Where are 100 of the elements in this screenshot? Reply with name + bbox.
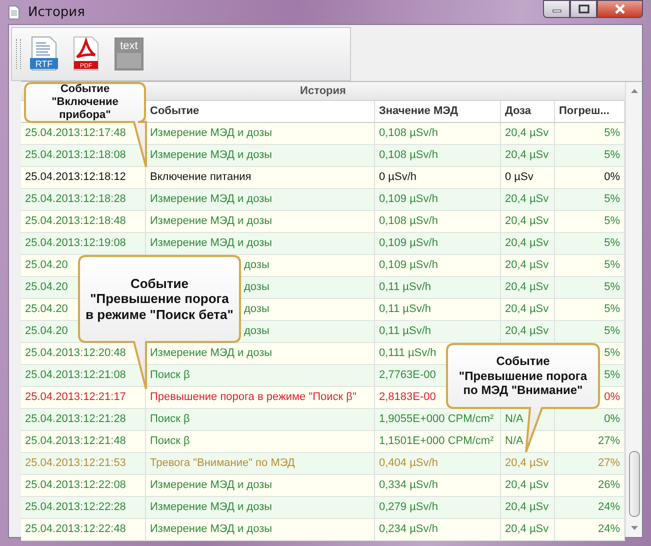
table-cell: 5% — [604, 347, 620, 359]
table-cell: Поиск β — [150, 435, 190, 447]
table-cell: N/A — [505, 413, 524, 425]
table-cell: 0,108 µSv/h — [379, 149, 438, 161]
table-cell: Поиск β — [150, 413, 190, 425]
table-cell: дозы — [244, 303, 270, 315]
table-cell: 0% — [604, 391, 620, 403]
table-cell: 25.04.2013:12:18:48 — [25, 215, 126, 227]
table-cell: 26% — [598, 479, 620, 491]
table-cell: 20,4 µSv — [505, 215, 549, 227]
table-cell: 0,334 µSv/h — [379, 479, 438, 491]
table-cell: 25.04.20 — [25, 325, 68, 337]
table-cell: 0,109 µSv/h — [379, 259, 438, 271]
table-cell: Измерение МЭД и дозы — [150, 127, 272, 139]
table-cell: 0,11 µSv/h — [379, 303, 431, 315]
table-cell: 20,4 µSv — [505, 193, 549, 205]
table-cell: 20,4 µSv — [505, 281, 549, 293]
table-cell: 20,4 µSv — [505, 325, 549, 337]
table-cell: 25.04.2013:12:22:08 — [25, 479, 126, 491]
table-cell: 0,109 µSv/h — [379, 237, 438, 249]
table-cell: Поиск β — [150, 369, 190, 381]
callout-text: Событие "Превышение порога по МЭД "Внимание" — [458, 354, 588, 398]
column-header[interactable]: Событие — [150, 105, 200, 117]
table-cell: 5% — [604, 215, 620, 227]
table-cell: 25.04.2013:12:17:48 — [25, 127, 126, 139]
table-cell: 2,7763E-00 — [379, 369, 436, 381]
table-cell: 20,4 µSv — [505, 259, 549, 271]
column-header[interactable]: Доза — [505, 105, 531, 117]
table-cell: 5% — [604, 281, 620, 293]
table-cell: 2,8183E-00 — [379, 391, 436, 403]
table-cell: 5% — [604, 325, 620, 337]
table-cell: Измерение МЭД и дозы — [150, 193, 272, 205]
table-cell: Измерение МЭД и дозы — [150, 347, 272, 359]
table-cell: 0,279 µSv/h — [379, 501, 438, 513]
table-cell: 25.04.20 — [25, 281, 68, 293]
table-cell: 25.04.2013:12:21:28 — [25, 413, 126, 425]
table-title: История — [300, 85, 346, 97]
table-cell: 25.04.2013:12:22:28 — [25, 501, 126, 513]
table-cell: 20,4 µSv — [505, 303, 549, 315]
table-cell: 25.04.2013:12:21:17 — [25, 391, 126, 403]
table-cell: 25.04.2013:12:18:12 — [25, 171, 126, 183]
table-cell: 20,4 µSv — [505, 479, 549, 491]
table-cell: 20,4 µSv — [505, 127, 549, 139]
table-cell: 0,111 µSv/h — [379, 347, 436, 359]
table-cell: дозы — [244, 281, 270, 293]
column-header[interactable]: Погреш... — [559, 105, 610, 117]
table-cell: 5% — [604, 369, 620, 381]
table-cell: 1,9055E+000 CPM/cm² — [379, 413, 494, 425]
table-cell: 25.04.2013:12:21:53 — [25, 457, 126, 469]
table-cell: 5% — [604, 127, 620, 139]
table-cell: Превышение порога в режиме "Поиск β" — [150, 391, 356, 403]
table-cell: 5% — [604, 193, 620, 205]
table-cell: Измерение МЭД и дозы — [150, 523, 272, 535]
table-cell: 20,4 µSv — [505, 457, 549, 469]
table-cell: 5% — [604, 259, 620, 271]
table-cell: 0 µSv — [505, 171, 534, 183]
table-cell: 0% — [604, 413, 620, 425]
table-cell: 25.04.2013:12:21:08 — [25, 369, 126, 381]
table-cell: 25.04.20 — [25, 259, 68, 271]
table-cell: 25.04.2013:12:22:48 — [25, 523, 126, 535]
table-cell: 0,109 µSv/h — [379, 193, 438, 205]
table-cell: N/A — [505, 435, 524, 447]
table-cell: 25.04.2013:12:20:48 — [25, 347, 126, 359]
table-cell: 24% — [598, 501, 620, 513]
table-cell: Измерение МЭД и дозы — [150, 215, 272, 227]
table-cell: 5% — [604, 237, 620, 249]
table-cell: 1,1501E+000 CPM/cm² — [379, 435, 494, 447]
table-cell: дозы — [244, 325, 270, 337]
table-cell: 0,11 µSv/h — [379, 281, 431, 293]
table-cell: 0,108 µSv/h — [379, 215, 438, 227]
table-cell: 0,234 µSv/h — [379, 523, 438, 535]
window-title: История — [28, 4, 85, 20]
table-cell: дозы — [244, 259, 270, 271]
table-cell: 5% — [604, 149, 620, 161]
table-cell: 20,4 µSv — [505, 237, 549, 249]
table-cell: 25.04.20 — [25, 303, 68, 315]
table-cell: Тревога "Внимание" по МЭД — [150, 457, 295, 469]
callout-text: Событие "Включение прибора" — [50, 82, 120, 122]
table-cell: 25.04.2013:12:18:08 — [25, 149, 126, 161]
table-cell: 0 µSv/h — [379, 171, 417, 183]
table-cell: 20,4 µSv — [505, 149, 549, 161]
table-cell: 20,4 µSv — [505, 523, 549, 535]
table-cell: 27% — [598, 435, 620, 447]
table-cell: 0,11 µSv/h — [379, 325, 431, 337]
table-cell: 0,404 µSv/h — [379, 457, 438, 469]
table-cell: 27% — [598, 457, 620, 469]
table-cell: 25.04.2013:12:21:48 — [25, 435, 126, 447]
table-cell: Включение питания — [150, 171, 252, 183]
table-cell: 20,4 µSv — [505, 501, 549, 513]
table-cell: Измерение МЭД и дозы — [150, 501, 272, 513]
callout-text: Событие "Превышение порога в режиме "Поиск бета" — [86, 276, 234, 322]
table-cell: 24% — [598, 523, 620, 535]
table-cell: Измерение МЭД и дозы — [150, 149, 272, 161]
column-header[interactable]: Значение МЭД — [379, 105, 458, 117]
table-cell: 0,108 µSv/h — [379, 127, 438, 139]
table-cell: 25.04.2013:12:19:08 — [25, 237, 126, 249]
table-cell: 0% — [604, 171, 620, 183]
table-cell: 5% — [604, 303, 620, 315]
table-cell: 25.04.2013:12:18:28 — [25, 193, 126, 205]
table-cell: Измерение МЭД и дозы — [150, 237, 272, 249]
